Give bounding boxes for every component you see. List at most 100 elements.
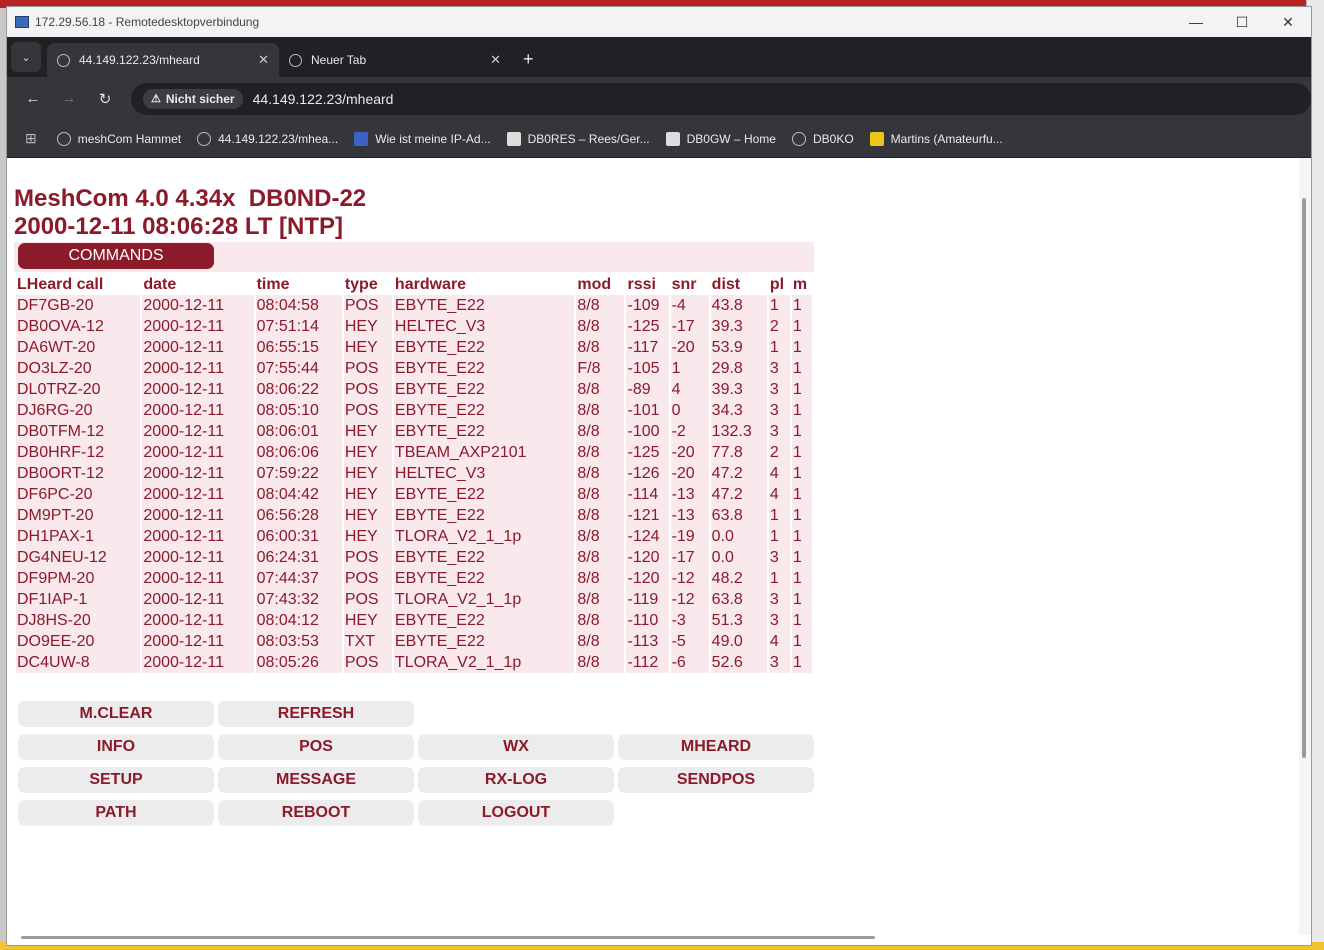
table-cell: 8/8 [576, 484, 625, 505]
maximize-button[interactable]: ☐ [1219, 7, 1265, 37]
reboot-button[interactable]: REBOOT [218, 800, 414, 826]
apps-grid-icon[interactable]: ⊞ [25, 130, 37, 147]
table-cell: 08:04:58 [255, 295, 342, 316]
minimize-button[interactable]: — [1173, 7, 1219, 37]
tab-mheard[interactable]: 44.149.122.23/mheard ✕ [47, 43, 279, 77]
tab-search-button[interactable]: ⌄ [11, 42, 41, 72]
table-cell: 39.3 [710, 379, 767, 400]
bookmark-db0res[interactable]: DB0RES – Rees/Ger... [506, 131, 650, 146]
table-cell: 4 [768, 631, 790, 652]
table-row: DB0TFM-12 2000-12-11 08:06:01 HEY EBYTE_E22 8… [16, 421, 812, 442]
table-cell: 1 [791, 484, 812, 505]
bookmark-meshcom-hammet[interactable]: meshCom Hammet [56, 131, 182, 146]
table-cell: 0 [670, 400, 709, 421]
table-cell: -12 [670, 589, 709, 610]
table-cell: 07:43:32 [255, 589, 342, 610]
mheard-table: LHeard call date time type hardware mod … [14, 274, 814, 673]
vertical-scrollbar[interactable] [1299, 158, 1311, 935]
table-cell: -17 [670, 547, 709, 568]
table-cell: -20 [670, 337, 709, 358]
table-cell: HEY [343, 337, 392, 358]
table-cell: DL0TRZ-20 [16, 379, 141, 400]
table-cell: DO3LZ-20 [16, 358, 141, 379]
table-cell: EBYTE_E22 [393, 379, 575, 400]
info-button[interactable]: INFO [18, 734, 214, 760]
antenna-icon [869, 131, 884, 146]
mclear-button[interactable]: M.CLEAR [18, 701, 214, 727]
back-button[interactable]: ← [15, 90, 51, 107]
bookmark-label: Martins (Amateurfu... [890, 131, 1003, 146]
table-cell: 3 [768, 358, 790, 379]
table-cell: 2000-12-11 [142, 547, 254, 568]
close-window-button[interactable]: ✕ [1265, 7, 1311, 37]
column-header: dist [710, 274, 767, 295]
tab-close-icon[interactable]: ✕ [490, 52, 501, 68]
table-cell: 8/8 [576, 463, 625, 484]
table-row: DC4UW-8 2000-12-11 08:05:26 POS TLORA_V2_1_1… [16, 652, 812, 673]
commands-button[interactable]: COMMANDS [18, 243, 214, 269]
globe-icon [57, 53, 70, 67]
url-text[interactable]: 44.149.122.23/mheard [253, 91, 394, 107]
table-cell: 1 [768, 568, 790, 589]
commands-bar: COMMANDS [14, 242, 814, 272]
bookmark-martins[interactable]: Martins (Amateurfu... [869, 131, 1003, 146]
sendpos-button[interactable]: SENDPOS [618, 767, 814, 793]
table-cell: 07:51:14 [255, 316, 342, 337]
setup-button[interactable]: SETUP [18, 767, 214, 793]
table-cell: 2000-12-11 [142, 463, 254, 484]
security-indicator[interactable]: ⚠ Nicht sicher [143, 88, 243, 109]
table-cell: EBYTE_E22 [393, 421, 575, 442]
table-cell: 2000-12-11 [142, 568, 254, 589]
table-cell: 51.3 [710, 610, 767, 631]
table-cell: 3 [768, 379, 790, 400]
table-cell: DB0TFM-12 [16, 421, 141, 442]
scroll-thumb[interactable] [1302, 198, 1306, 758]
table-cell: HEY [343, 442, 392, 463]
logout-button[interactable]: LOGOUT [418, 800, 614, 826]
rxlog-button[interactable]: RX-LOG [418, 767, 614, 793]
table-cell: 2000-12-11 [142, 400, 254, 421]
column-header: hardware [393, 274, 575, 295]
table-cell: 2000-12-11 [142, 526, 254, 547]
path-button[interactable]: PATH [18, 800, 214, 826]
tab-new-tab[interactable]: Neuer Tab ✕ [279, 43, 511, 77]
bookmark-db0ko[interactable]: DB0KO [791, 131, 854, 146]
wx-button[interactable]: WX [418, 734, 614, 760]
refresh-button[interactable]: REFRESH [218, 701, 414, 727]
table-cell: 06:24:31 [255, 547, 342, 568]
address-bar[interactable]: ⚠ Nicht sicher 44.149.122.23/mheard [131, 82, 1311, 115]
table-cell: 2 [768, 442, 790, 463]
table-cell: 29.8 [710, 358, 767, 379]
forward-button[interactable]: → [51, 90, 87, 107]
table-row: DJ8HS-20 2000-12-11 08:04:12 HEY EBYTE_E22 8/… [16, 610, 812, 631]
mheard-button[interactable]: MHEARD [618, 734, 814, 760]
table-cell: 8/8 [576, 547, 625, 568]
table-cell: -126 [626, 463, 669, 484]
horizontal-scrollbar[interactable] [21, 936, 875, 939]
table-cell: 2000-12-11 [142, 505, 254, 526]
table-cell: 43.8 [710, 295, 767, 316]
table-cell: HEY [343, 316, 392, 337]
new-tab-button[interactable]: + [511, 49, 546, 70]
tab-close-icon[interactable]: ✕ [258, 52, 269, 68]
reload-button[interactable]: ↻ [87, 90, 123, 108]
table-cell: EBYTE_E22 [393, 610, 575, 631]
table-cell: -17 [670, 316, 709, 337]
table-cell: 3 [768, 547, 790, 568]
chrome-icon [289, 53, 302, 67]
table-cell: 2000-12-11 [142, 421, 254, 442]
table-cell: 8/8 [576, 610, 625, 631]
bookmark-mheard[interactable]: 44.149.122.23/mhea... [197, 131, 338, 146]
bookmark-label: DB0RES – Rees/Ger... [527, 131, 650, 146]
bookmark-ip-address[interactable]: Wie ist meine IP-Ad... [354, 131, 491, 146]
table-cell: 63.8 [710, 505, 767, 526]
bookmark-db0gw[interactable]: DB0GW – Home [665, 131, 776, 146]
message-button[interactable]: MESSAGE [218, 767, 414, 793]
table-cell: 1 [791, 568, 812, 589]
table-cell: -100 [626, 421, 669, 442]
pos-button[interactable]: POS [218, 734, 414, 760]
bookmark-label: meshCom Hammet [77, 131, 182, 146]
table-cell: 8/8 [576, 631, 625, 652]
table-cell: -120 [626, 568, 669, 589]
table-cell: 1 [768, 337, 790, 358]
